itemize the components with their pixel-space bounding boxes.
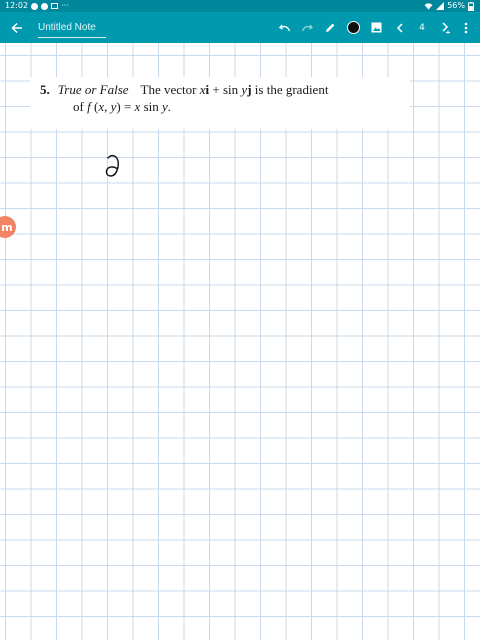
problem-number: 5. bbox=[40, 82, 50, 97]
problem-text-end: is the gradient bbox=[251, 82, 329, 97]
status-bar: 12:02 ··· 56% bbox=[0, 0, 480, 12]
note-canvas[interactable] bbox=[0, 43, 480, 640]
more-icon bbox=[464, 22, 468, 33]
color-swatch-icon bbox=[346, 21, 360, 34]
previous-page-button[interactable] bbox=[391, 12, 409, 43]
problem-label: True or False bbox=[57, 82, 129, 97]
undo-button[interactable] bbox=[276, 12, 294, 43]
status-right: 56% bbox=[424, 0, 474, 12]
redo-button[interactable] bbox=[298, 12, 316, 43]
pasted-problem-image[interactable]: 5. True or False The vector xi + sin yj is… bbox=[30, 77, 410, 129]
back-button[interactable] bbox=[6, 12, 28, 43]
prev-page-icon bbox=[396, 22, 403, 33]
handwritten-partial-symbol[interactable] bbox=[103, 154, 125, 180]
page-number: 4 bbox=[419, 22, 425, 33]
image-icon bbox=[371, 22, 381, 33]
insert-image-button[interactable] bbox=[367, 12, 385, 43]
math-rhs-sin: sin bbox=[140, 99, 162, 114]
pen-tool-button[interactable] bbox=[321, 12, 339, 43]
math-plus-sin: + sin bbox=[209, 82, 242, 97]
wifi-icon bbox=[424, 3, 433, 10]
gallery-notification-icon bbox=[51, 3, 59, 9]
status-more: ··· bbox=[61, 1, 69, 10]
status-time: 12:02 bbox=[5, 1, 29, 10]
battery-percent: 56% bbox=[447, 1, 465, 10]
math-period: . bbox=[167, 99, 172, 114]
notification-icon-2 bbox=[41, 2, 49, 10]
undo-icon bbox=[279, 24, 291, 31]
signal-icon bbox=[436, 2, 445, 10]
note-title-field[interactable]: Untitled Note bbox=[38, 19, 106, 38]
math-paren-close-equals: ) = bbox=[116, 99, 135, 114]
more-options-button[interactable] bbox=[458, 12, 474, 43]
next-page-button[interactable] bbox=[438, 12, 454, 43]
back-arrow-icon bbox=[11, 22, 22, 33]
battery-icon bbox=[468, 1, 474, 11]
problem-line-1: 5. True or False The vector xi + sin yj is… bbox=[40, 82, 328, 98]
problem-text: The vector bbox=[140, 82, 200, 97]
color-picker-button[interactable] bbox=[344, 12, 362, 43]
app-toolbar: Untitled Note 4 bbox=[0, 12, 480, 43]
problem-line-2: of f (x, y) = x sin y. bbox=[73, 99, 171, 115]
pen-icon bbox=[326, 23, 335, 32]
redo-icon bbox=[301, 24, 313, 31]
status-left: 12:02 ··· bbox=[5, 0, 69, 12]
notification-icon bbox=[31, 2, 39, 10]
problem-of: of bbox=[73, 99, 88, 114]
next-page-icon bbox=[442, 21, 450, 34]
